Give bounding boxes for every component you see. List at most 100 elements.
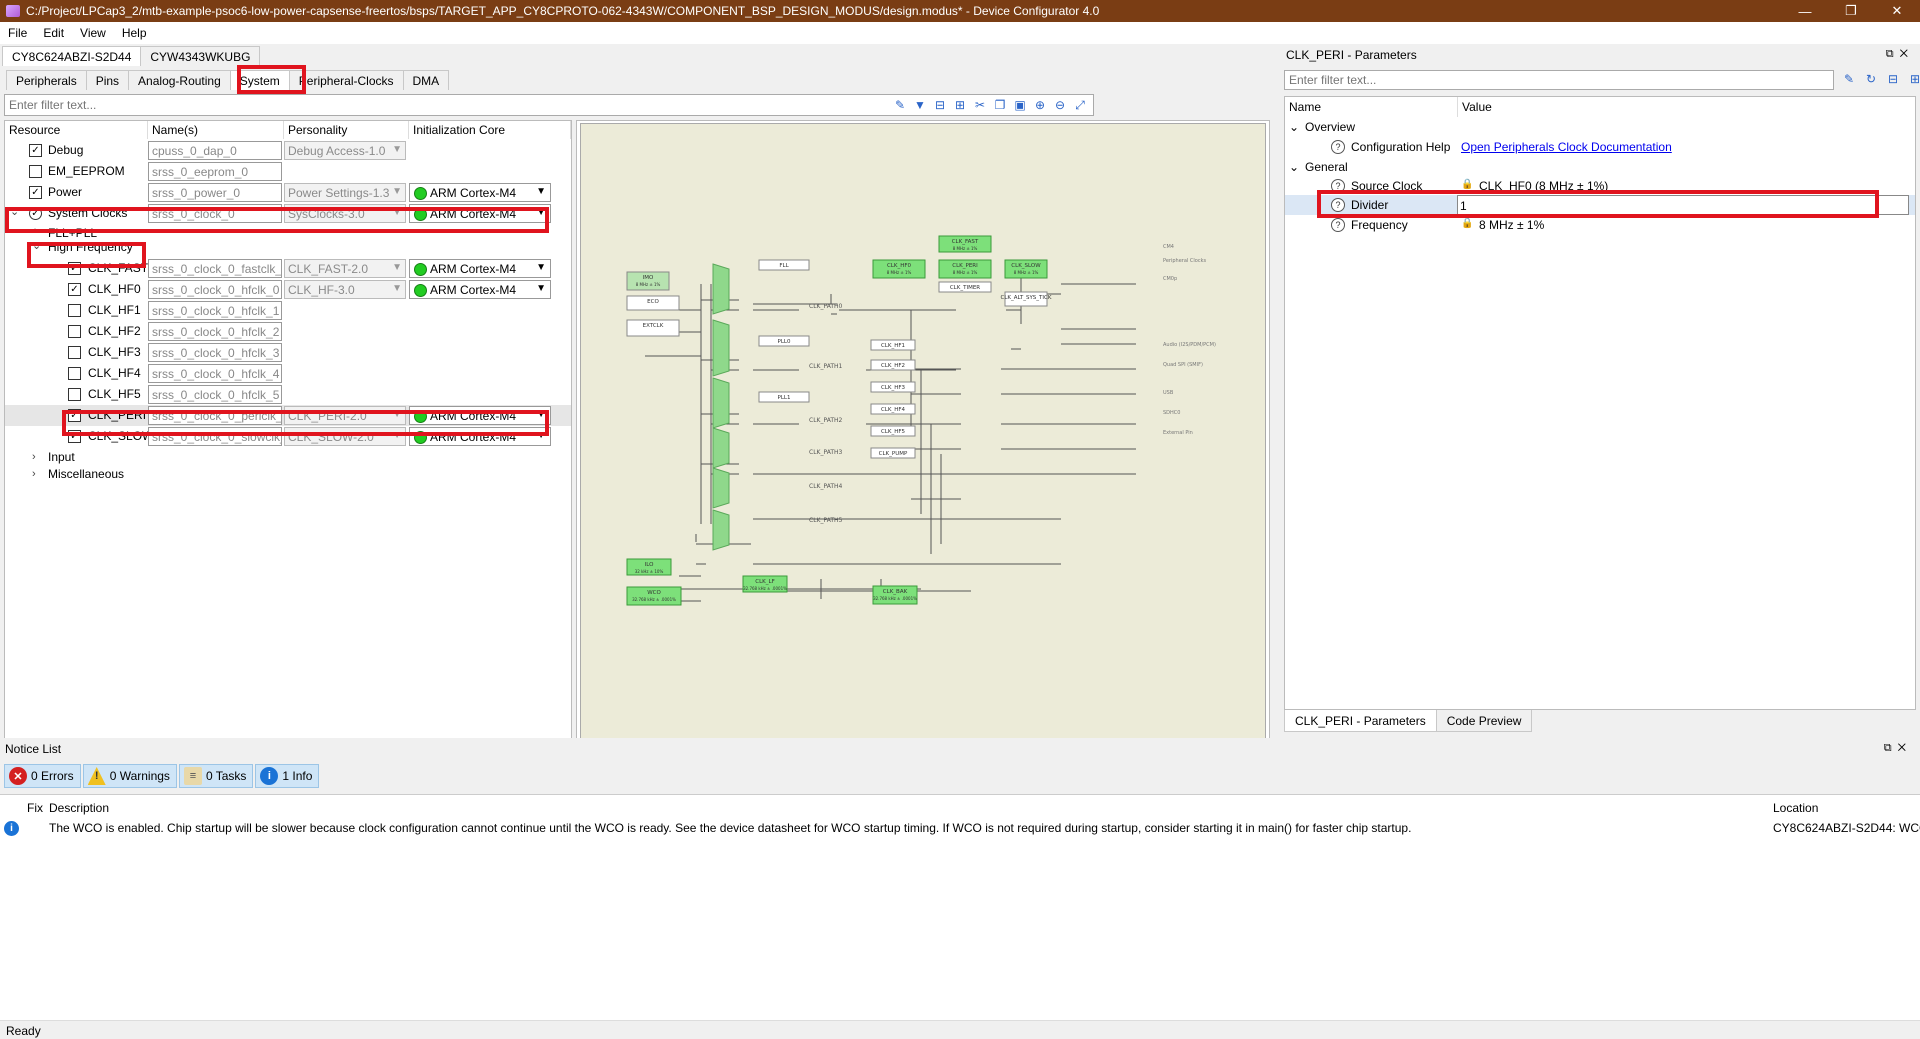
name-field[interactable]: srss_0_power_0 [148,183,282,202]
clear-filter-icon[interactable]: ✎ [893,98,907,112]
checkbox[interactable] [68,346,81,359]
checkbox[interactable]: ✓ [68,409,81,422]
minimize-button[interactable]: — [1782,0,1828,22]
help-icon[interactable]: ? [1331,140,1345,154]
tree-row-clk-fast[interactable]: ✓ CLK_FAST srss_0_clock_0_fastclk_0 CLK_… [5,258,571,279]
tree-row-high-frequency[interactable]: ⌄ High Frequency [5,237,571,258]
info-button[interactable]: i1 Info [255,764,320,788]
params-filter-input[interactable] [1284,70,1834,90]
pane-controls[interactable]: ⧉✕ [1884,742,1912,755]
docs-link[interactable]: Open Peripherals Clock Documentation [1461,140,1672,154]
tree-row-clk-hf0[interactable]: ✓ CLK_HF0 srss_0_clock_0_hfclk_0 CLK_HF-… [5,279,571,300]
name-field[interactable]: srss_0_clock_0_hfclk_0 [148,280,282,299]
core-select[interactable]: ARM Cortex-M4 ▼ [409,183,551,202]
personality-select[interactable]: SysClocks-3.0 ▼ [284,204,406,223]
tab-analog-routing[interactable]: Analog-Routing [128,70,231,90]
tree-row-clk-hf2[interactable]: CLK_HF2 srss_0_clock_0_hfclk_2 [5,321,571,342]
checkbox[interactable] [68,367,81,380]
help-icon[interactable]: ? [1331,218,1345,232]
name-field[interactable]: srss_0_clock_0_periclk_0 [148,406,282,425]
cut-icon[interactable]: ✂ [973,98,987,112]
personality-select[interactable]: CLK_HF-3.0 ▼ [284,280,406,299]
notice-message[interactable]: The WCO is enabled. Chip startup will be… [49,821,1411,835]
name-field[interactable]: srss_0_clock_0_hfclk_1 [148,301,282,320]
paste-icon[interactable]: ▣ [1013,98,1027,112]
tab-code-preview[interactable]: Code Preview [1435,710,1533,732]
path-mux-1[interactable] [712,319,730,377]
col-names[interactable]: Name(s) [148,121,284,139]
name-field[interactable]: srss_0_eeprom_0 [148,162,282,181]
expand-all-icon[interactable]: ⊞ [1908,72,1920,86]
path-mux-5[interactable] [712,509,730,551]
group-overview[interactable]: ⌄ Overview [1285,117,1915,137]
checkbox[interactable]: ✓ [29,207,42,220]
checkbox[interactable]: ✓ [29,186,42,199]
tab-peripheral-clocks[interactable]: Peripheral-Clocks [288,70,404,90]
col-init-core[interactable]: Initialization Core [409,121,571,139]
menu-edit[interactable]: Edit [35,26,72,40]
core-select[interactable]: ARM Cortex-M4 ▼ [409,427,551,446]
tab-dma[interactable]: DMA [402,70,450,90]
checkbox[interactable]: ✓ [68,283,81,296]
tree-row-clk-slow[interactable]: ✓ CLK_SLOW srss_0_clock_0_slowclk_0 CLK_… [5,426,571,447]
tree-row-power[interactable]: ✓ Power srss_0_power_0 Power Settings-1.… [5,182,571,203]
tab-device-cyw4343wkubg[interactable]: CYW4343WKUBG [140,46,261,66]
help-icon[interactable]: ? [1331,179,1345,193]
expand-all-icon[interactable]: ⊞ [953,98,967,112]
tree-row-system-clocks[interactable]: ⌄ ✓ System Clocks srss_0_clock_0 SysCloc… [5,203,571,224]
menu-view[interactable]: View [72,26,114,40]
tab-pins[interactable]: Pins [85,70,130,90]
tasks-button[interactable]: ≡ 0 Tasks [178,764,254,788]
collapse-all-icon[interactable]: ⊟ [1886,72,1900,86]
personality-select[interactable]: CLK_PERI-2.0 ▼ [284,406,406,425]
path-mux-3[interactable] [712,427,730,469]
personality-select[interactable]: CLK_SLOW-2.0 ▼ [284,427,406,446]
expand-icon[interactable]: › [34,225,38,237]
tree-row-clk-peri[interactable]: ✓ CLK_PERI srss_0_clock_0_periclk_0 CLK_… [5,405,571,426]
checkbox[interactable] [68,304,81,317]
tree-row-debug[interactable]: ✓ Debug cpuss_0_dap_0 Debug Access-1.0 ▼ [5,140,571,161]
name-field[interactable]: srss_0_clock_0_hfclk_5 [148,385,282,404]
checkbox[interactable]: ✓ [68,262,81,275]
checkbox[interactable] [29,165,42,178]
tree-row-miscellaneous[interactable]: › Miscellaneous [5,466,571,483]
core-select[interactable]: ARM Cortex-M4 ▼ [409,259,551,278]
name-field[interactable]: srss_0_clock_0_fastclk_0 [148,259,282,278]
checkbox[interactable] [68,388,81,401]
errors-button[interactable]: ✕ 0 Errors [4,764,81,788]
tree-row-clk-hf5[interactable]: CLK_HF5 srss_0_clock_0_hfclk_5 [5,384,571,405]
tree-row-input[interactable]: › Input [5,449,571,466]
col-resource[interactable]: Resource [5,121,148,139]
name-field[interactable]: cpuss_0_dap_0 [148,141,282,160]
collapse-icon[interactable]: ⌄ [32,239,41,252]
notice-location[interactable]: CY8C624ABZI-S2D44: WCO [1773,821,1920,835]
path-mux-2[interactable] [712,377,730,429]
path-mux-4[interactable] [712,467,730,509]
name-field[interactable]: srss_0_clock_0_slowclk_0 [148,427,282,446]
checkbox[interactable]: ✓ [29,144,42,157]
tab-system[interactable]: System [229,70,290,90]
core-select[interactable]: ARM Cortex-M4 ▼ [409,406,551,425]
tree-row-clk-hf1[interactable]: CLK_HF1 srss_0_clock_0_hfclk_1 [5,300,571,321]
copy-icon[interactable]: ❐ [993,98,1007,112]
clear-filter-icon[interactable]: ✎ [1842,72,1856,86]
expand-icon[interactable]: › [32,451,36,463]
tab-peripherals[interactable]: Peripherals [6,70,87,90]
pane-controls[interactable]: ⧉✕ [1886,48,1914,61]
warnings-button[interactable]: ! 0 Warnings [82,764,177,788]
collapse-icon[interactable]: ⌄ [1289,160,1299,174]
col-personality[interactable]: Personality [284,121,409,139]
zoom-out-icon[interactable]: ⊖ [1053,98,1067,112]
personality-select[interactable]: Power Settings-1.3 ▼ [284,183,406,202]
expand-icon[interactable]: › [32,468,36,480]
menu-file[interactable]: File [0,26,35,40]
checkbox[interactable] [68,325,81,338]
tree-row-fll-pll[interactable]: › FLL+PLL [5,223,571,237]
tree-row-em-eeprom[interactable]: EM_EEPROM srss_0_eeprom_0 [5,161,571,182]
collapse-all-icon[interactable]: ⊟ [933,98,947,112]
menu-help[interactable]: Help [114,26,155,40]
tree-row-clk-hf3[interactable]: CLK_HF3 srss_0_clock_0_hfclk_3 [5,342,571,363]
path-mux-0[interactable] [712,263,730,315]
zoom-in-icon[interactable]: ⊕ [1033,98,1047,112]
tree-row-clk-hf4[interactable]: CLK_HF4 srss_0_clock_0_hfclk_4 [5,363,571,384]
